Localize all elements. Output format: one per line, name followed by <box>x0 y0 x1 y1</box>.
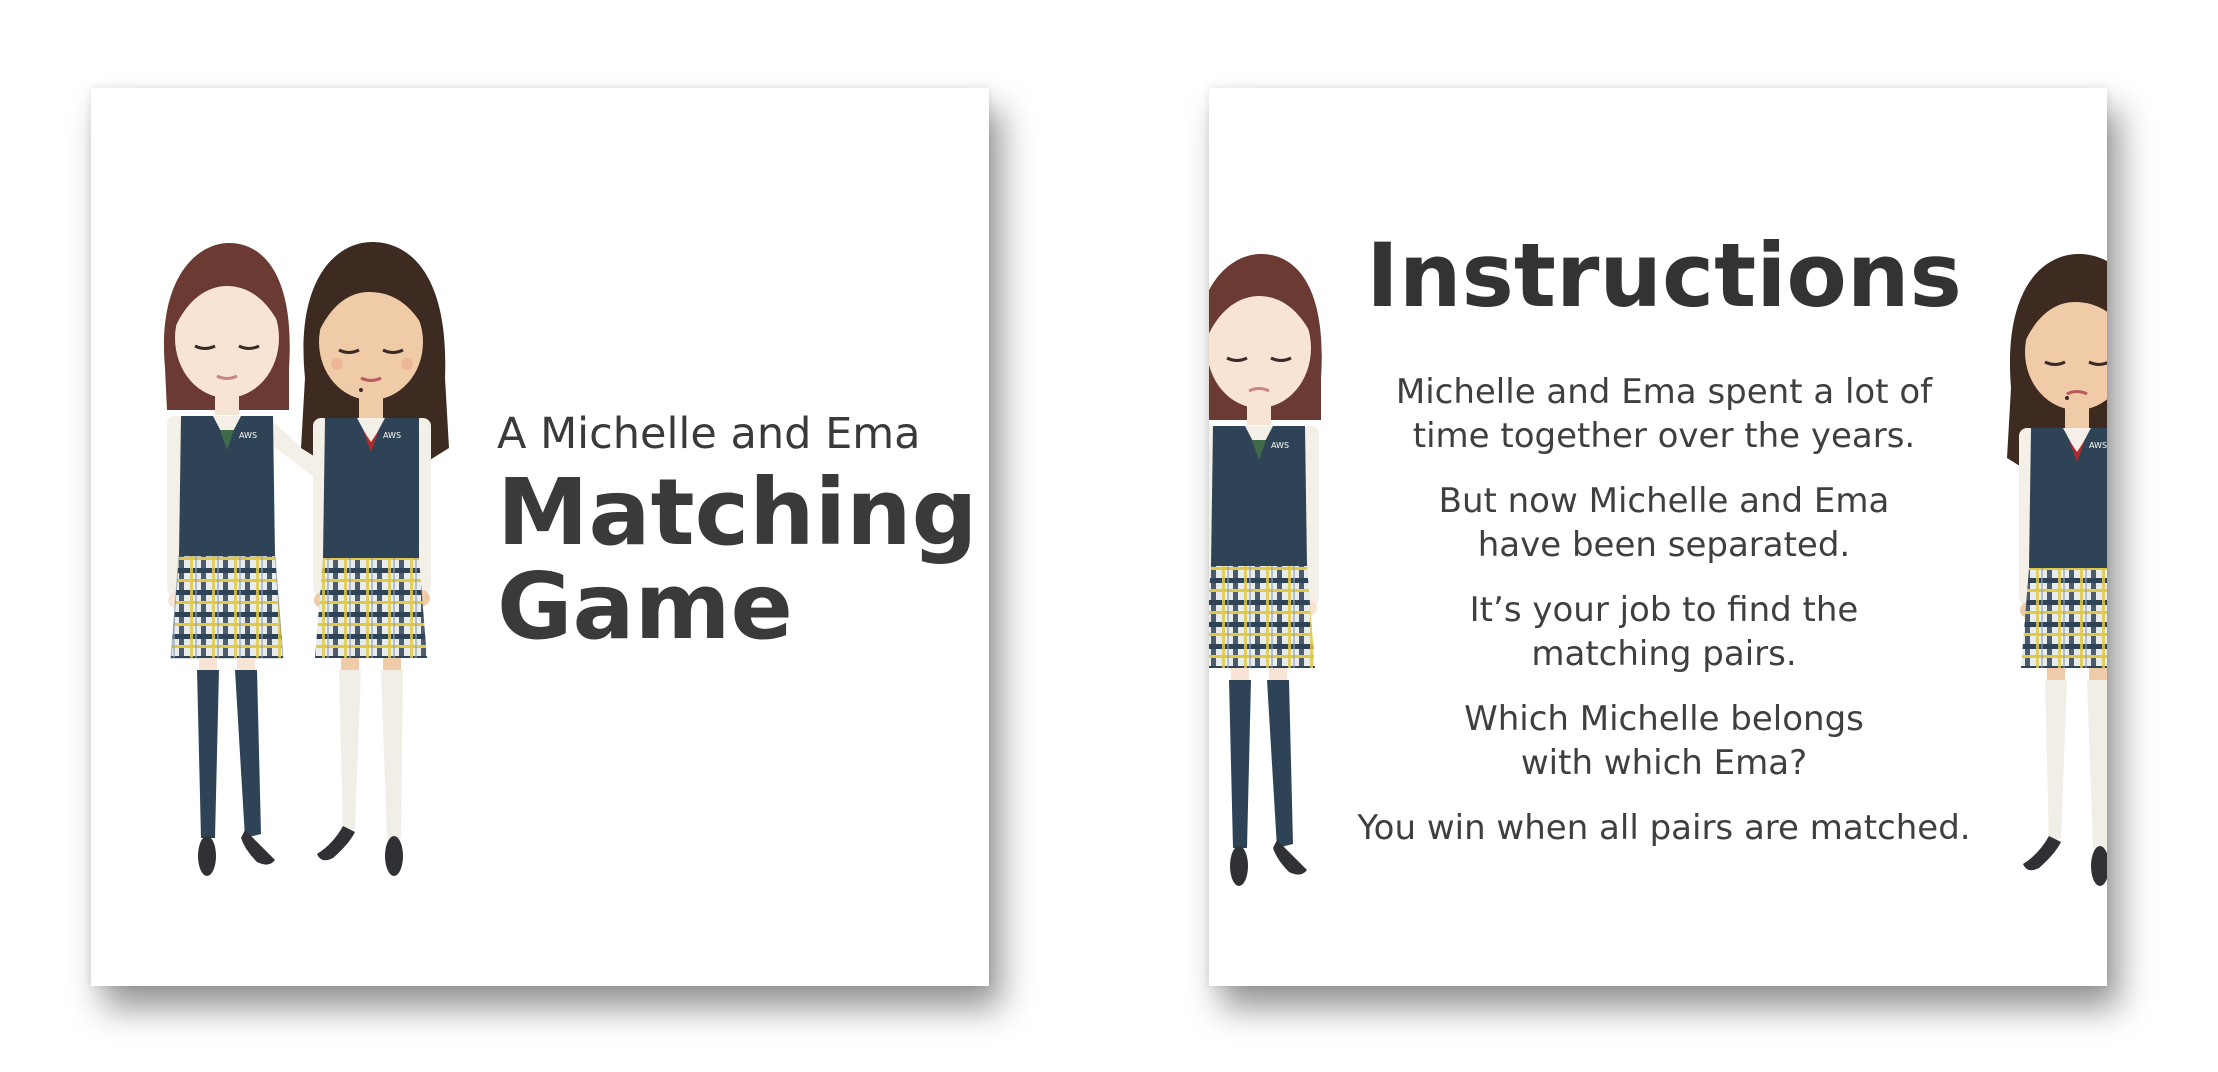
instruction-line: with which Ema? <box>1520 743 1808 783</box>
instruction-line: Which Michelle belongs <box>1464 699 1864 739</box>
game-title-line1: Matching <box>497 459 978 566</box>
instruction-paragraph: Michelle and Ema spent a lot of time tog… <box>1319 370 2009 458</box>
badge-text: AWS <box>383 431 401 440</box>
instruction-line: time together over the years. <box>1412 416 1916 456</box>
instruction-paragraph: But now Michelle and Ema have been separ… <box>1319 479 2009 567</box>
game-subtitle: A Michelle and Ema <box>497 409 921 459</box>
instruction-line: Michelle and Ema spent a lot of <box>1395 372 1933 412</box>
instructions-card[interactable]: AWS AWS Instructions Michelle and Ema sp… <box>1209 88 2107 986</box>
michelle-and-ema-illustration: AWS AWS <box>163 242 449 876</box>
instruction-line: have been separated. <box>1477 525 1851 565</box>
instruction-line: matching pairs. <box>1531 634 1797 674</box>
instruction-line: You win when all pairs are matched. <box>1357 808 1971 848</box>
instruction-paragraph: Which Michelle belongs with which Ema? <box>1319 697 2009 785</box>
ema-sad-illustration: AWS <box>2007 254 2107 886</box>
badge-text: AWS <box>239 431 257 440</box>
instruction-paragraph: You win when all pairs are matched. <box>1319 806 2009 850</box>
ema-character: AWS <box>301 242 449 876</box>
game-stage: AWS AWS A Michelle and Ema Matching Game… <box>0 0 2218 1072</box>
instructions-text: Michelle and Ema spent a lot of time tog… <box>1319 370 2009 871</box>
title-card[interactable]: AWS AWS A Michelle and Ema Matching Game <box>91 88 989 986</box>
badge-text: AWS <box>1271 441 1289 450</box>
michelle-character: AWS <box>163 243 322 876</box>
game-title: Matching Game <box>497 459 978 660</box>
badge-text: AWS <box>2089 441 2107 450</box>
instruction-paragraph: It’s your job to find the matching pairs… <box>1319 588 2009 676</box>
instruction-line: But now Michelle and Ema <box>1438 481 1890 521</box>
title-block: A Michelle and Ema Matching Game <box>497 408 978 660</box>
instructions-heading: Instructions <box>1366 224 1962 327</box>
instruction-line: It’s your job to find the <box>1469 590 1859 630</box>
game-title-line2: Game <box>497 553 793 660</box>
